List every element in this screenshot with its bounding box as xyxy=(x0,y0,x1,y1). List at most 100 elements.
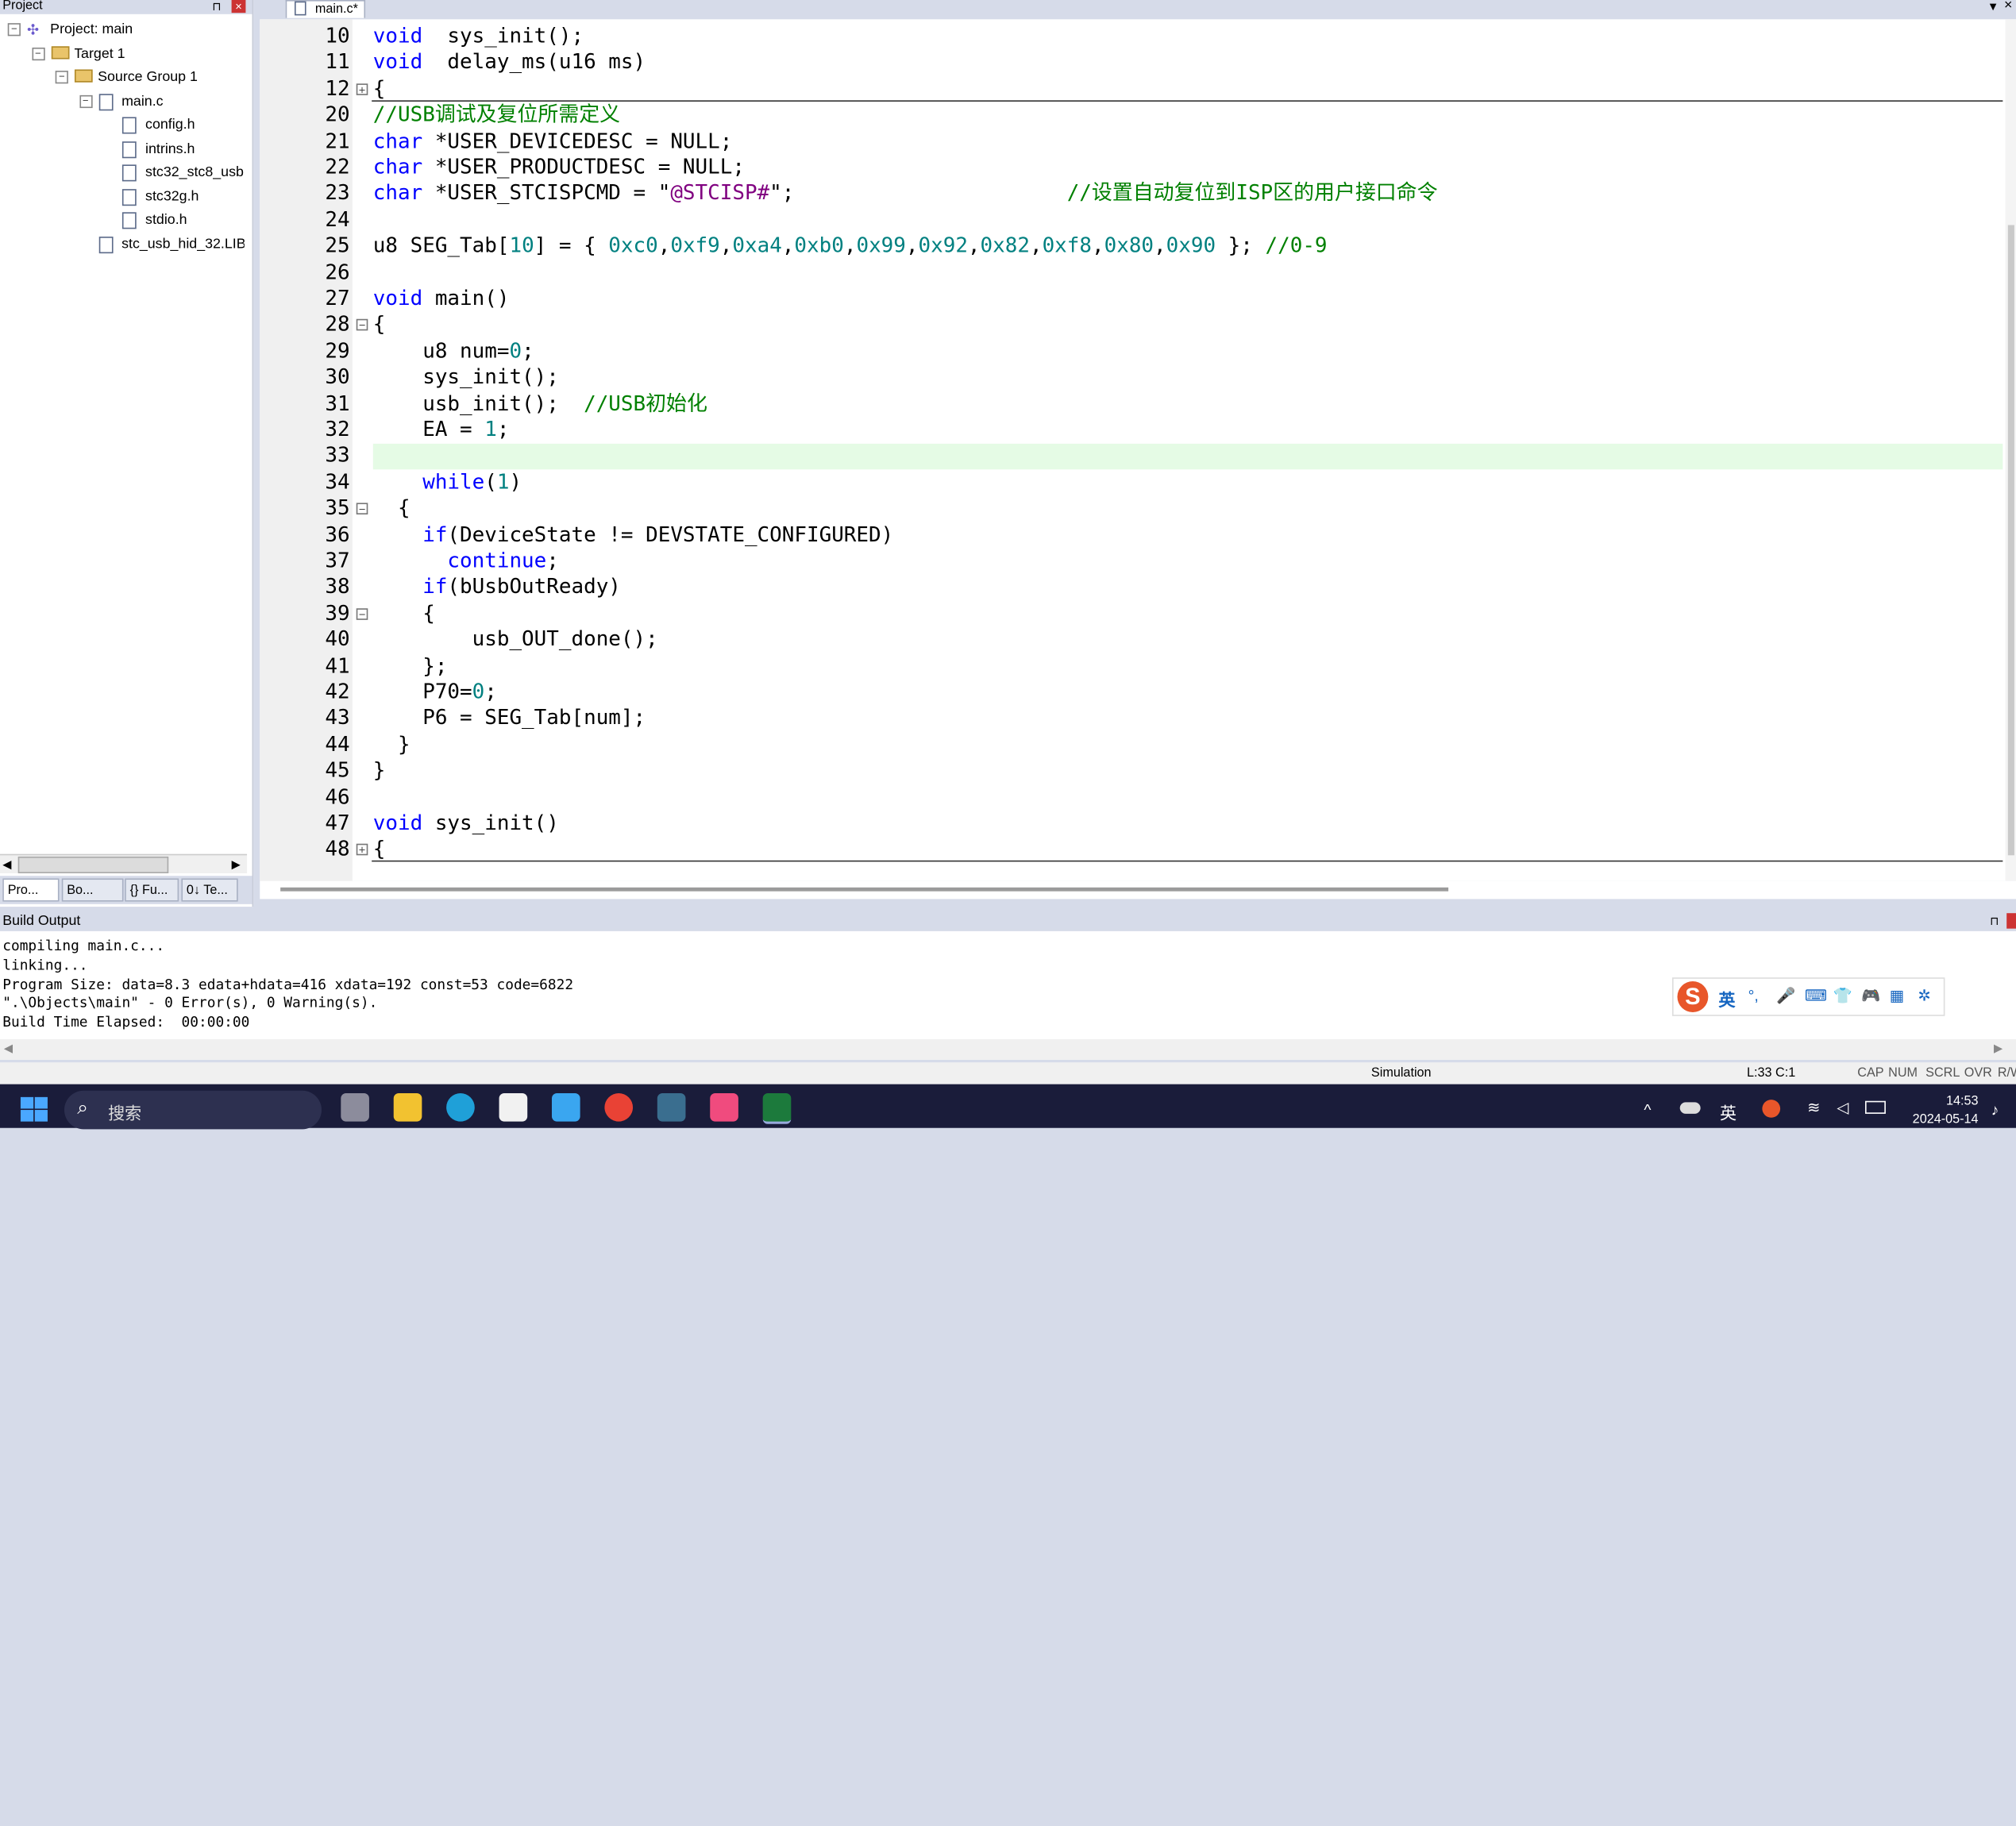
code-line[interactable]: char *USER_STCISPCMD = "@STCISP#"; //设置自… xyxy=(373,180,1438,206)
tab-books[interactable]: Bo... xyxy=(61,878,124,902)
ime-tool-icon[interactable]: °, xyxy=(1748,987,1759,1005)
chrome-icon[interactable] xyxy=(604,1093,634,1122)
chevron-up-icon[interactable]: ^ xyxy=(1644,1101,1651,1119)
scroll-left-icon[interactable]: ◀ xyxy=(4,1042,13,1056)
chevron-down-icon[interactable]: ▼ xyxy=(1987,0,1999,13)
sogou-logo-icon[interactable]: S xyxy=(1677,981,1709,1012)
build-output-scrollbar[interactable]: ◀ ▶ xyxy=(0,1038,2016,1060)
code-line[interactable]: void delay_ms(u16 ms) xyxy=(373,49,646,75)
vertical-scroll-thumb[interactable] xyxy=(2007,225,2014,856)
collapse-toggle-icon[interactable]: − xyxy=(55,71,68,84)
tree-item-label[interactable]: Source Group 1 xyxy=(98,69,198,86)
code-line[interactable]: void sys_init(); xyxy=(373,23,584,48)
code-line[interactable]: { xyxy=(373,75,386,101)
close-icon[interactable]: × xyxy=(2004,0,2012,13)
code-line[interactable]: { xyxy=(373,837,386,862)
tree-item-label[interactable]: stc32_stc8_usb.h xyxy=(145,164,245,181)
code-line[interactable]: while(1) xyxy=(373,469,522,495)
keil-uvision-icon[interactable] xyxy=(762,1093,792,1124)
tree-item-label[interactable]: Target 1 xyxy=(74,46,125,63)
bilibili-icon[interactable] xyxy=(710,1093,738,1122)
code-line[interactable]: //USB调试及复位所需定义 xyxy=(373,102,620,127)
tree-item-label[interactable]: stc32g.h xyxy=(145,188,199,205)
clock-time[interactable]: 14:53 xyxy=(1940,1095,1979,1109)
fold-toggle-icon[interactable]: − xyxy=(356,607,368,620)
fold-toggle-icon[interactable]: + xyxy=(356,844,368,857)
code-token: u8 num= xyxy=(372,337,510,363)
ime-tool-icon[interactable]: ▦ xyxy=(1890,987,1904,1005)
windows-start-icon[interactable] xyxy=(20,1096,49,1123)
fold-toggle-icon[interactable]: + xyxy=(356,83,368,95)
horizontal-scroll-thumb[interactable] xyxy=(280,887,1449,892)
tab-project[interactable]: Pro... xyxy=(2,878,60,902)
code-line[interactable]: usb_init(); //USB初始化 xyxy=(373,391,707,416)
code-line[interactable]: sys_init(); xyxy=(373,364,559,390)
pin-icon[interactable]: ⊓ xyxy=(1990,915,1999,927)
scroll-thumb[interactable] xyxy=(17,856,169,873)
tray-language[interactable]: 英 xyxy=(1720,1100,1737,1124)
tree-item-label[interactable]: main.c xyxy=(121,93,163,110)
code-line[interactable]: char *USER_PRODUCTDESC = NULL; xyxy=(373,154,745,179)
tree-item-label[interactable]: config.h xyxy=(145,117,195,133)
collapse-toggle-icon[interactable]: − xyxy=(7,23,21,37)
code-line[interactable]: if(bUsbOutReady) xyxy=(373,574,621,599)
edge-browser-icon[interactable] xyxy=(446,1093,475,1122)
wifi-icon[interactable]: ≋ xyxy=(1807,1098,1820,1116)
code-line[interactable]: continue; xyxy=(373,548,558,573)
tab-main-c[interactable]: main.c* xyxy=(285,0,366,18)
code-token: char xyxy=(372,180,423,206)
scroll-left-icon[interactable]: ◀ xyxy=(2,858,11,873)
code-line[interactable]: { xyxy=(373,600,435,626)
close-icon[interactable]: × xyxy=(231,0,246,13)
app-icon[interactable] xyxy=(551,1093,580,1122)
code-line[interactable]: void sys_init() xyxy=(373,811,559,836)
cloud-icon[interactable] xyxy=(1679,1102,1701,1114)
tree-item-label[interactable]: stdio.h xyxy=(145,212,187,229)
pin-icon[interactable]: ⊓ xyxy=(212,0,221,13)
file-explorer-icon[interactable] xyxy=(393,1093,422,1122)
code-line[interactable]: P6 = SEG_Tab[num]; xyxy=(373,705,646,730)
project-horizontal-scrollbar[interactable]: ◀ ▶ xyxy=(0,853,248,873)
sogou-tray-icon[interactable] xyxy=(1762,1100,1781,1118)
ime-tool-icon[interactable]: ✲ xyxy=(1918,987,1930,1005)
tab-templates[interactable]: 0↓ Te... xyxy=(181,878,238,902)
task-view-icon[interactable] xyxy=(341,1093,369,1122)
tree-item-label[interactable]: Project: main xyxy=(50,22,133,39)
ime-tool-icon[interactable]: 👕 xyxy=(1833,987,1852,1005)
app-icon[interactable] xyxy=(657,1093,686,1122)
code-line[interactable]: { xyxy=(373,495,411,521)
ime-tool-icon[interactable]: ⌨ xyxy=(1805,987,1827,1005)
collapse-toggle-icon[interactable]: − xyxy=(31,47,44,60)
ime-tool-icon[interactable]: 🎮 xyxy=(1861,987,1880,1005)
code-line[interactable]: { xyxy=(373,312,386,337)
store-icon[interactable] xyxy=(499,1093,528,1122)
tree-item-label[interactable]: stc_usb_hid_32.LIB xyxy=(121,236,245,252)
ime-language[interactable]: 英 xyxy=(1718,987,1735,1011)
battery-icon[interactable] xyxy=(1865,1100,1886,1114)
collapse-toggle-icon[interactable]: − xyxy=(79,94,92,108)
code-line[interactable]: u8 num=0; xyxy=(373,338,534,364)
code-line[interactable]: void main() xyxy=(373,286,510,311)
ime-tool-icon[interactable]: 🎤 xyxy=(1776,987,1795,1005)
taskbar-search[interactable]: ⌕ 搜索 xyxy=(64,1090,322,1130)
code-line[interactable]: if(DeviceState != DEVSTATE_CONFIGURED) xyxy=(373,522,893,547)
tab-functions[interactable]: {} Fu... xyxy=(125,878,179,902)
code-line[interactable]: }; xyxy=(373,653,447,678)
code-line[interactable]: u8 SEG_Tab[10] = { 0xc0,0xf9,0xa4,0xb0,0… xyxy=(373,233,1328,259)
notification-icon[interactable]: ♪ xyxy=(1991,1101,1999,1119)
code-line[interactable]: usb_OUT_done(); xyxy=(373,626,658,652)
volume-icon[interactable]: ◁ xyxy=(1837,1098,1848,1116)
code-line[interactable]: P70=0; xyxy=(373,679,497,704)
code-line[interactable]: } xyxy=(373,757,386,783)
code-line[interactable]: EA = 1; xyxy=(373,417,509,442)
scroll-right-icon[interactable]: ▶ xyxy=(232,858,241,873)
fold-toggle-icon[interactable]: − xyxy=(356,319,368,332)
tree-item-label[interactable]: intrins.h xyxy=(145,141,195,157)
fold-toggle-icon[interactable]: − xyxy=(356,503,368,515)
code-line[interactable]: char *USER_DEVICEDESC = NULL; xyxy=(373,128,733,153)
clock-date[interactable]: 2024-05-14 xyxy=(1904,1112,1979,1127)
ime-toolbar[interactable]: S 英 °, 🎤 ⌨ 👕 🎮 ▦ ✲ xyxy=(1672,977,1945,1016)
code-line[interactable]: } xyxy=(373,731,411,757)
close-icon[interactable] xyxy=(2006,913,2016,929)
scroll-right-icon[interactable]: ▶ xyxy=(1994,1042,2003,1056)
